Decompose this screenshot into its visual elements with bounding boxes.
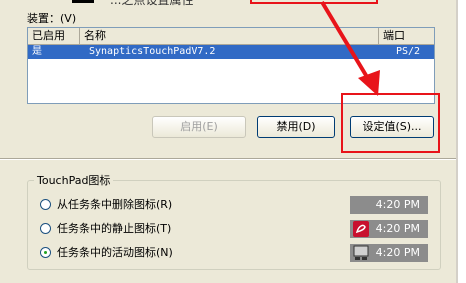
title-fragment-mark bbox=[72, 0, 94, 3]
annotation-arrow-icon bbox=[320, 0, 380, 96]
tray-time: 4:20 PM bbox=[375, 246, 420, 259]
devices-label: 装置：(V) bbox=[27, 12, 77, 25]
separator bbox=[0, 158, 466, 160]
enable-button[interactable]: 启用(E) bbox=[152, 116, 246, 138]
radio-active-icon[interactable] bbox=[40, 246, 51, 258]
window-title-fragment: ...之点设置属性 bbox=[110, 0, 194, 7]
tray-preview-none: 4:20 PM bbox=[350, 196, 428, 214]
column-enabled[interactable]: 已启用 bbox=[28, 28, 80, 44]
tray-preview-active: 4:20 PM bbox=[350, 244, 428, 262]
row-port: PS/2 bbox=[396, 46, 421, 57]
row-name: SynapticsTouchPadV7.2 bbox=[89, 46, 216, 57]
option-static-icon[interactable]: 任务条中的静止图标(T) bbox=[40, 220, 171, 236]
tray-preview-static: 4:20 PM bbox=[350, 220, 428, 238]
option-remove-icon[interactable]: 从任务条中删除图标(R) bbox=[40, 196, 172, 212]
option-static-icon-label: 任务条中的静止图标(T) bbox=[57, 222, 172, 235]
tray-time: 4:20 PM bbox=[375, 222, 420, 235]
tray-time: 4:20 PM bbox=[375, 198, 420, 211]
touchpad-active-icon bbox=[353, 245, 369, 260]
disable-button[interactable]: 禁用(D) bbox=[257, 116, 335, 138]
option-active-icon[interactable]: 任务条中的活动图标(N) bbox=[40, 244, 173, 260]
option-remove-icon-label: 从任务条中删除图标(R) bbox=[57, 198, 173, 211]
radio-remove-icon[interactable] bbox=[40, 198, 51, 210]
annotation-red-box bbox=[341, 93, 440, 153]
touchpad-group-title: TouchPad图标 bbox=[34, 172, 114, 188]
window-right-edge bbox=[456, 0, 466, 283]
radio-static-icon[interactable] bbox=[40, 222, 51, 234]
row-enabled: 是 bbox=[32, 46, 42, 57]
synaptics-red-icon bbox=[353, 221, 369, 237]
option-active-icon-label: 任务条中的活动图标(N) bbox=[57, 246, 173, 259]
title-strip: ...之点设置属性 bbox=[0, 0, 466, 7]
